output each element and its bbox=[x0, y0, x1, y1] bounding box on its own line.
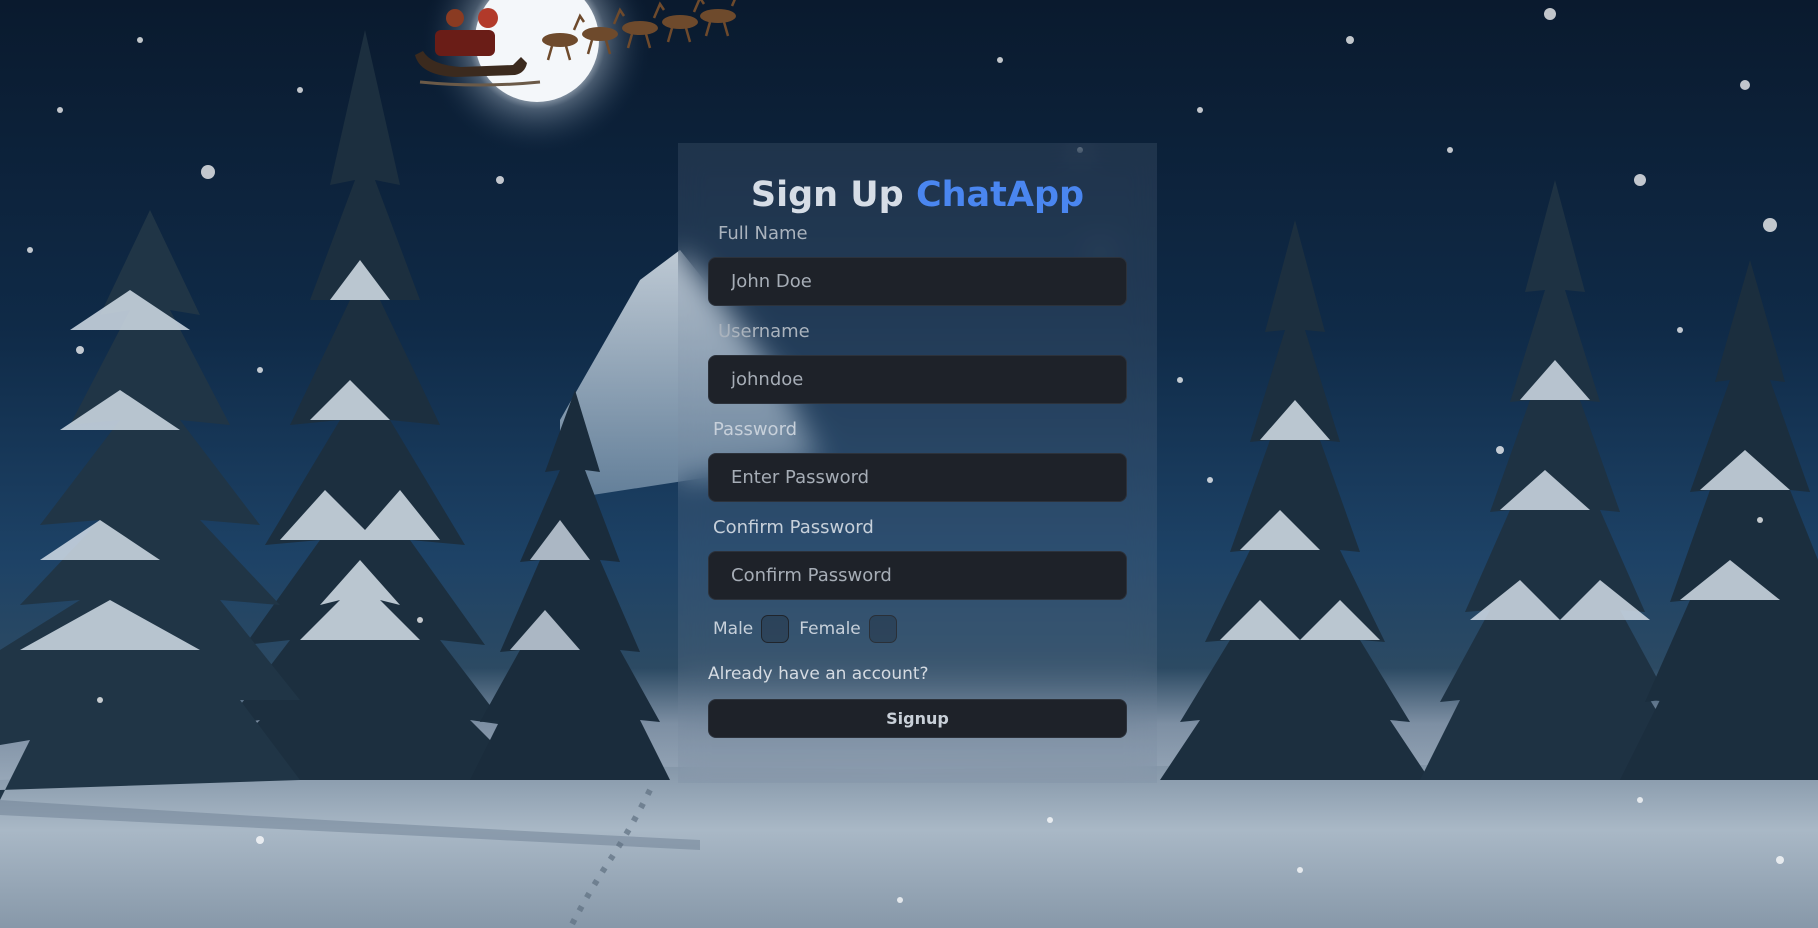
signup-button[interactable]: Signup bbox=[708, 699, 1127, 738]
username-label: Username bbox=[718, 321, 810, 342]
login-link[interactable]: Already have an account? bbox=[708, 661, 1127, 687]
username-field-wrapper bbox=[708, 355, 1127, 404]
female-label: Female bbox=[799, 619, 861, 639]
page-title: Sign Up ChatApp bbox=[708, 173, 1127, 217]
full-name-field-wrapper bbox=[708, 257, 1127, 306]
confirm-password-field-wrapper bbox=[708, 551, 1127, 600]
female-checkbox[interactable] bbox=[868, 615, 897, 643]
full-name-input[interactable] bbox=[729, 270, 1106, 293]
full-name-label: Full Name bbox=[718, 223, 808, 244]
confirm-password-input[interactable] bbox=[729, 564, 1106, 587]
username-input[interactable] bbox=[729, 368, 1106, 391]
signup-card: Sign Up ChatApp Full Name Username Passw… bbox=[678, 143, 1157, 783]
brand-name: ChatApp bbox=[915, 175, 1085, 215]
male-checkbox[interactable] bbox=[761, 615, 790, 643]
password-field-wrapper bbox=[708, 453, 1127, 502]
title-text: Sign Up bbox=[750, 175, 904, 215]
confirm-password-label: Confirm Password bbox=[713, 517, 874, 538]
password-input[interactable] bbox=[729, 466, 1106, 489]
male-label: Male bbox=[713, 619, 754, 639]
gender-selector: Male Female bbox=[708, 613, 1127, 645]
password-label: Password bbox=[713, 419, 798, 440]
